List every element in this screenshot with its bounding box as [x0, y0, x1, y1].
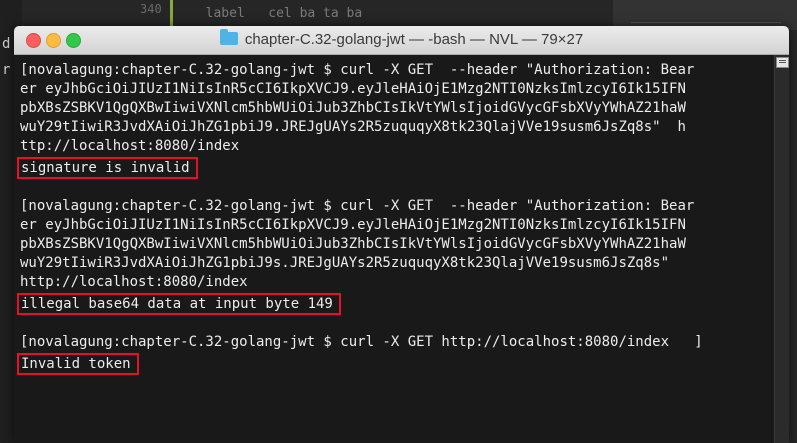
- terminal-line: ttp://localhost:8080/index: [20, 138, 240, 154]
- scroll-menu-icon[interactable]: [776, 57, 789, 68]
- title-bar[interactable]: chapter-C.32-golang-jwt — -bash — NVL — …: [14, 26, 789, 55]
- command-block: [novalagung:chapter-C.32-golang-jwt $ cu…: [17, 197, 775, 315]
- editor-fragment-2: r: [2, 62, 11, 78]
- command-block: [novalagung:chapter-C.32-golang-jwt $ cu…: [17, 61, 775, 179]
- editor-code-hint: label cel ba ta ba: [190, 6, 378, 21]
- editor-fragment-1: d: [2, 36, 11, 52]
- highlighted-output: Invalid token: [17, 353, 139, 375]
- window-title: chapter-C.32-golang-jwt — -bash — NVL — …: [244, 31, 584, 48]
- terminal-line: er eyJhbGciOiJIUzI1NiIsInR5cCI6IkpXVCJ9.…: [20, 217, 686, 233]
- highlighted-output: signature is invalid: [17, 157, 198, 179]
- editor-change-marker: [170, 0, 173, 26]
- terminal-line: pbXBsZSBKV1QgQXBwIiwiVXNlcm5hbWUiOiJub3Z…: [20, 100, 686, 116]
- terminal-line: http://localhost:8080/index: [20, 274, 248, 290]
- terminal-line: [novalagung:chapter-C.32-golang-jwt $ cu…: [20, 62, 695, 78]
- terminal-output[interactable]: [novalagung:chapter-C.32-golang-jwt $ cu…: [14, 55, 775, 443]
- terminal-line: pbXBsZSBKV1QgQXBwIiwiVXNlcm5hbWUiOiJub3Z…: [20, 236, 686, 252]
- terminal-line: [novalagung:chapter-C.32-golang-jwt $ cu…: [20, 198, 695, 214]
- highlighted-output: illegal base64 data at input byte 149: [17, 293, 341, 315]
- editor-line-number: 340: [140, 2, 162, 16]
- terminal-line: wuY29tIiwiR3JvdXAiOiJhZG1pbiJ9.JREJgUAYs…: [20, 119, 686, 135]
- command-block: [novalagung:chapter-C.32-golang-jwt $ cu…: [17, 333, 775, 375]
- terminal-line: er eyJhbGciOiJIUzI1NiIsInR5cCI6IkpXVCJ9.…: [20, 81, 686, 97]
- terminal-line: [novalagung:chapter-C.32-golang-jwt $ cu…: [20, 334, 703, 350]
- terminal-window: chapter-C.32-golang-jwt — -bash — NVL — …: [14, 26, 789, 443]
- terminal-line: wuY29tIiwiR3JvdXAiOiJhZG1pbiJ9s.JREJgUAY…: [20, 255, 670, 271]
- folder-icon: [219, 29, 238, 45]
- terminal-scrollbar[interactable]: [774, 55, 789, 443]
